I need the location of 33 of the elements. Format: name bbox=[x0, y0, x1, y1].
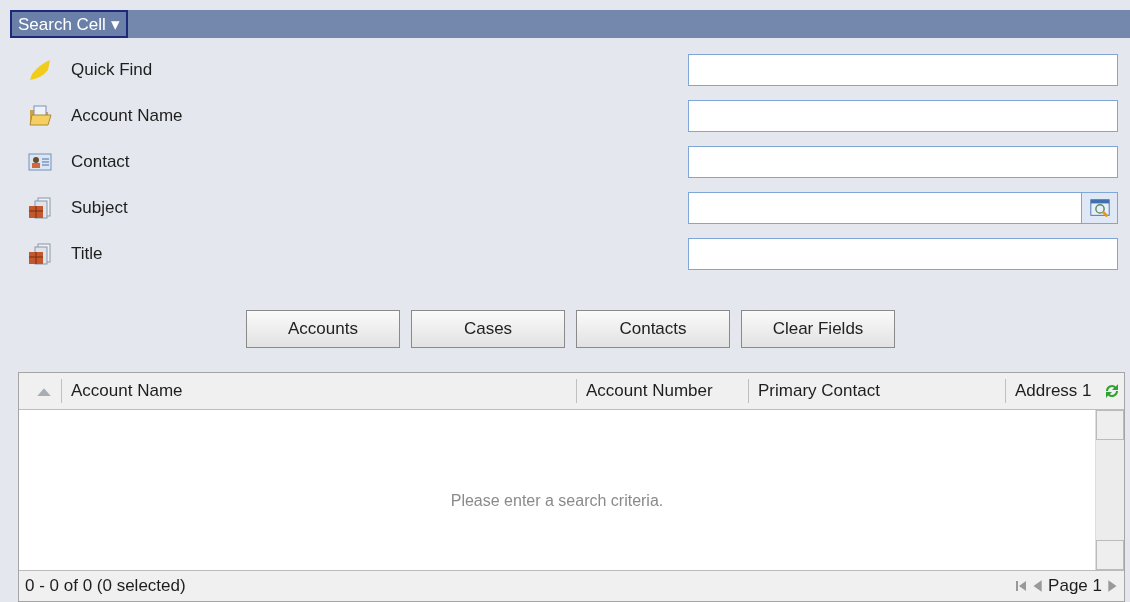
sort-up-icon[interactable] bbox=[37, 386, 51, 396]
field-label: Contact bbox=[71, 152, 130, 172]
column-header[interactable]: Primary Contact bbox=[748, 379, 1005, 403]
search-cell-menu[interactable]: Search Cell ▾ bbox=[10, 10, 128, 38]
column-header[interactable]: Account Name bbox=[61, 379, 576, 403]
scrollbar[interactable] bbox=[1095, 410, 1124, 570]
field-label: Quick Find bbox=[71, 60, 153, 80]
action-button[interactable]: Accounts bbox=[246, 310, 400, 348]
previous-page-icon[interactable] bbox=[1032, 579, 1043, 593]
leaf-icon bbox=[28, 58, 52, 82]
page-number: Page 1 bbox=[1048, 576, 1102, 596]
folder-icon bbox=[28, 104, 52, 128]
lookup-button[interactable] bbox=[1081, 193, 1117, 223]
contact-card-icon bbox=[28, 150, 52, 174]
next-page-icon[interactable] bbox=[1108, 579, 1118, 593]
field-label: Account Name bbox=[71, 106, 183, 126]
action-button[interactable]: Clear Fields bbox=[741, 310, 895, 348]
input-field[interactable] bbox=[688, 54, 1118, 86]
record-count: 0 - 0 of 0 (0 selected) bbox=[25, 576, 186, 596]
input-field[interactable] bbox=[688, 146, 1118, 178]
first-page-icon[interactable] bbox=[1016, 579, 1027, 593]
input-field[interactable] bbox=[688, 238, 1118, 270]
input-field[interactable] bbox=[688, 100, 1118, 132]
action-button[interactable]: Contacts bbox=[576, 310, 730, 348]
empty-message: Please enter a search criteria. bbox=[450, 492, 664, 510]
field-label: Subject bbox=[71, 198, 128, 218]
magnifier-icon bbox=[1088, 197, 1111, 219]
action-button[interactable]: Cases bbox=[411, 310, 565, 348]
lookup-field[interactable] bbox=[688, 192, 1118, 224]
stacked-boxes-icon bbox=[28, 196, 52, 220]
field-label: Title bbox=[71, 244, 103, 264]
stacked-boxes-icon bbox=[28, 242, 52, 266]
column-header[interactable]: Account Number bbox=[576, 379, 748, 403]
